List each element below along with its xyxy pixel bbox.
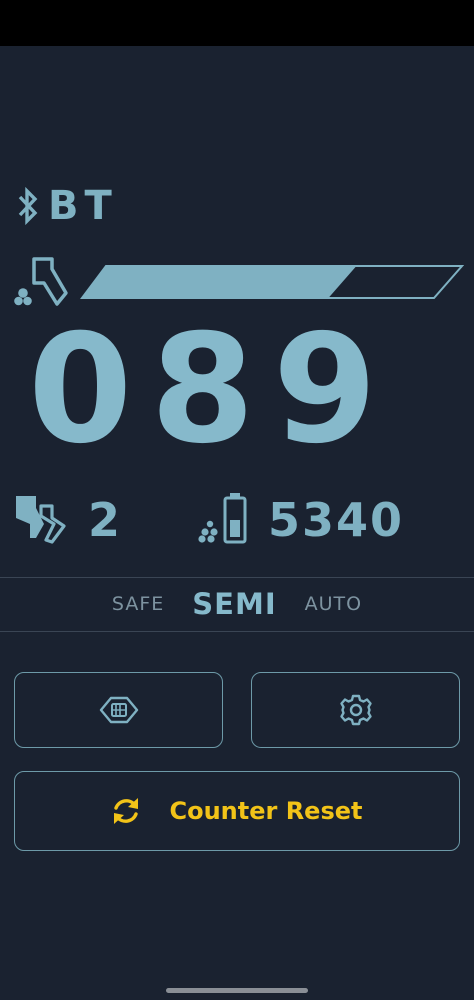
refresh-icon <box>114 798 139 824</box>
home-indicator[interactable] <box>166 988 308 993</box>
divider-bottom <box>0 631 474 632</box>
magazine-icon <box>14 257 68 306</box>
chip-button[interactable] <box>14 672 223 748</box>
mode-auto[interactable]: AUTO <box>305 593 362 615</box>
bluetooth-status: BT <box>16 184 118 228</box>
bluetooth-label: BT <box>48 183 118 229</box>
app-screen: BT 089 2 5340 SAFE SEMI AUTO Counter Res… <box>0 0 474 1000</box>
counter-reset-label: Counter Reset <box>169 797 363 825</box>
ammo-level-bar <box>80 265 464 299</box>
battery-count: 5340 <box>268 493 405 547</box>
counter-reset-button[interactable]: Counter Reset <box>14 771 460 851</box>
ammo-bar-fill <box>82 266 357 298</box>
status-bar <box>0 0 474 46</box>
gear-icon <box>339 694 372 726</box>
mode-semi[interactable]: SEMI <box>192 587 276 621</box>
mode-safe[interactable]: SAFE <box>112 593 164 615</box>
bluetooth-icon <box>18 186 38 226</box>
fire-mode-selector: SAFE SEMI AUTO <box>0 578 474 630</box>
settings-button[interactable] <box>251 672 460 748</box>
reload-count: 2 <box>88 493 121 547</box>
ammo-count: 089 <box>28 303 396 477</box>
reload-icon <box>16 496 66 544</box>
battery-icon <box>198 493 247 544</box>
chip-icon <box>99 696 138 724</box>
